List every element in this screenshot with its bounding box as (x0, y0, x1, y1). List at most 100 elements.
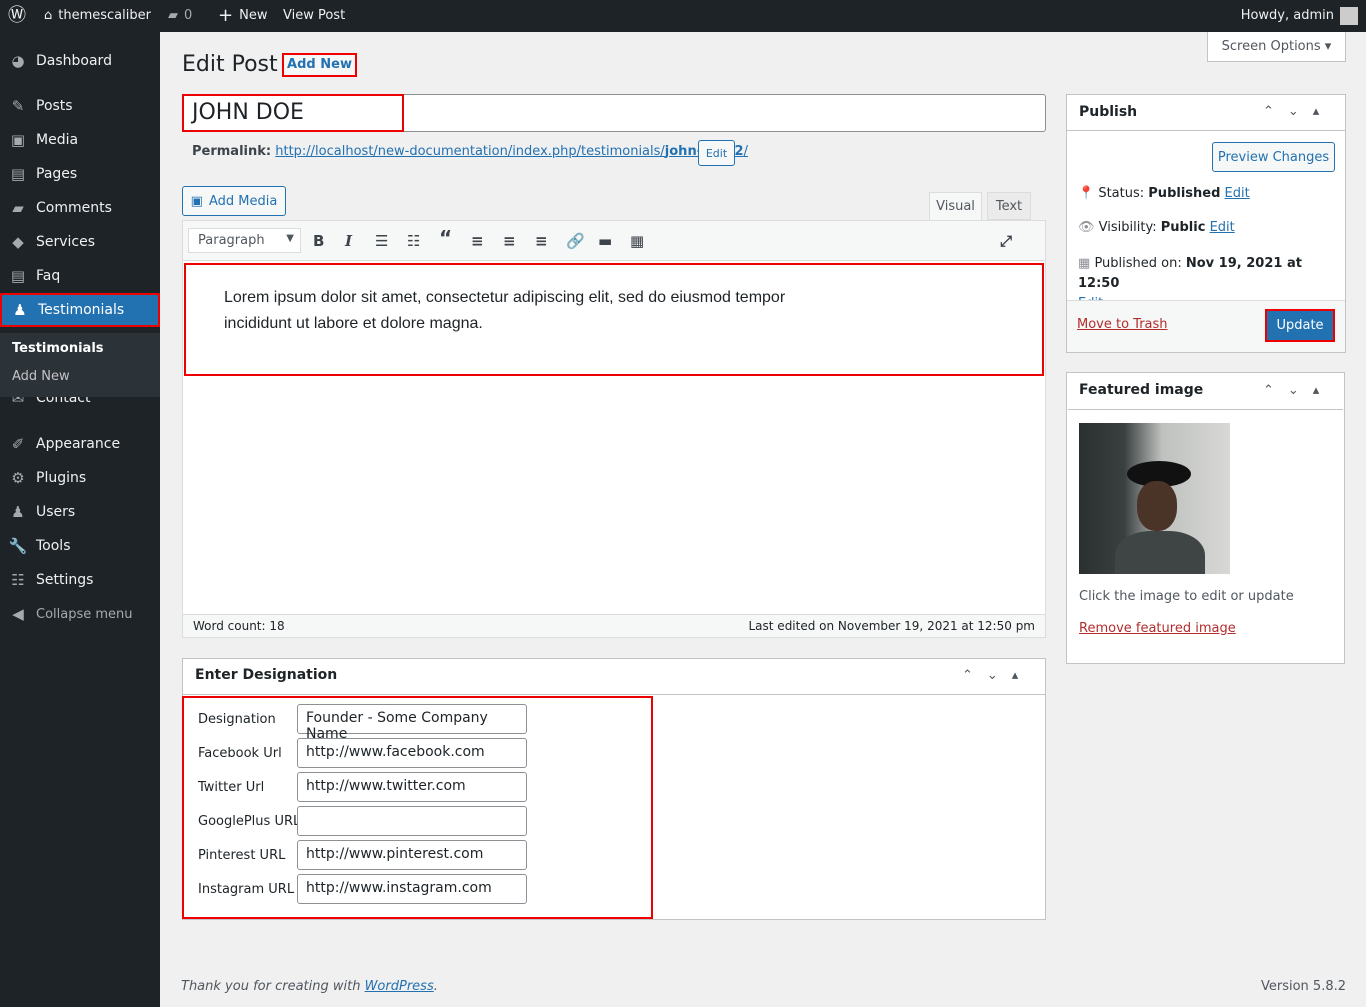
dashboard-icon: ◕ (11, 52, 25, 70)
bold-icon[interactable]: B (313, 232, 324, 250)
tab-visual[interactable]: Visual (929, 192, 982, 221)
account-menu[interactable]: Howdy, admin (1241, 0, 1358, 32)
italic-icon[interactable]: I (345, 232, 352, 250)
move-to-trash-link[interactable]: Move to Trash (1077, 317, 1168, 332)
sidebar-item-services[interactable]: ◆ Services (0, 225, 160, 259)
plus-icon: + (218, 5, 234, 26)
tag-icon: ◆ (12, 233, 24, 251)
plugin-icon: ⚙ (11, 469, 25, 487)
title-value: JOHN DOE (182, 94, 404, 132)
screen-options-button[interactable]: Screen Options ▾ (1207, 32, 1346, 62)
box-controls[interactable]: ⌃⌄▴ (962, 668, 1032, 683)
update-button[interactable]: Update (1265, 309, 1335, 342)
footer-thanks: Thank you for creating with WordPress. (181, 979, 438, 994)
face-shape (1137, 481, 1177, 531)
sidebar-item-appearance[interactable]: ✐ Appearance (0, 427, 160, 461)
footer-version: Version 5.8.2 (1260, 979, 1346, 994)
sidebar-item-media[interactable]: ▣ Media (0, 123, 160, 157)
field-label: Pinterest URL (198, 848, 286, 863)
brush-icon: ✐ (11, 435, 25, 453)
permalink-link[interactable]: http://localhost/new-documentation/index… (275, 144, 748, 159)
link-icon[interactable]: 🔗 (566, 232, 585, 250)
submenu-testimonials[interactable]: Testimonials (12, 341, 104, 356)
preview-changes-button[interactable]: Preview Changes (1212, 142, 1335, 172)
wrench-icon: 🔧 (8, 537, 28, 555)
featured-image-hint: Click the image to edit or update (1079, 589, 1294, 604)
wordpress-logo-icon[interactable]: Ⓦ (8, 0, 26, 32)
add-media-button[interactable]: ▣ Add Media (182, 186, 286, 216)
field-label: Instagram URL (198, 882, 295, 897)
remove-featured-image-link[interactable]: Remove featured image (1079, 621, 1236, 636)
sidebar-item-collapse-menu[interactable]: ◀ Collapse menu (0, 597, 160, 631)
align-center-icon[interactable]: ≡ (503, 232, 516, 250)
avatar (1340, 7, 1358, 25)
field-label: Twitter Url (198, 780, 265, 795)
media-icon: ▣ (10, 131, 26, 149)
editor-status-bar: Word count: 18 Last edited on November 1… (183, 614, 1045, 637)
publish-status: 📍 Status: Published Edit (1078, 186, 1250, 201)
designation-title: Enter Designation (183, 659, 1045, 695)
comment-icon: ▰ (168, 8, 178, 23)
sidebar-item-faq[interactable]: ▤ Faq (0, 259, 160, 293)
publish-controls[interactable]: ⌃⌄▴ (1263, 104, 1333, 119)
field-label: GooglePlus URL (198, 814, 301, 829)
user-icon: ♟ (13, 301, 27, 319)
comment-icon: ▰ (12, 199, 24, 217)
blockquote-icon[interactable]: “ (439, 226, 452, 250)
home-icon: ⌂ (44, 8, 53, 23)
read-more-icon[interactable]: ▬ (598, 232, 612, 250)
media-icon: ▣ (190, 193, 203, 209)
new-link[interactable]: + New (218, 0, 267, 32)
body-shape (1115, 531, 1205, 574)
admin-bar: Ⓦ ⌂ themescaliber ▰ 0 + New View Post Howdy… (0, 0, 1366, 32)
sidebar-item-plugins[interactable]: ⚙ Plugins (0, 461, 160, 495)
submenu-add-new[interactable]: Add New (12, 369, 70, 384)
site-link[interactable]: ⌂ themescaliber (44, 0, 151, 32)
sidebar-item-users[interactable]: ♟ Users (0, 495, 160, 529)
align-right-icon[interactable]: ≡ (535, 232, 548, 250)
pin-icon: 📍 (1078, 186, 1095, 201)
users-icon: ♟ (11, 503, 25, 521)
field-input[interactable] (297, 806, 527, 836)
toolbar-toggle-icon[interactable]: ▦ (630, 232, 644, 250)
publish-visibility: 👁 Visibility: Public Edit (1078, 220, 1235, 235)
view-post-link[interactable]: View Post (283, 0, 345, 32)
tab-text[interactable]: Text (987, 192, 1031, 220)
sidebar-item-testimonials[interactable]: ♟ Testimonials (0, 293, 160, 327)
permalink-edit-button[interactable]: Edit (698, 140, 735, 166)
field-input[interactable]: http://www.facebook.com (297, 738, 527, 768)
align-left-icon[interactable]: ≡ (471, 232, 484, 250)
eye-icon: 👁 (1078, 220, 1095, 235)
status-edit-link[interactable]: Edit (1225, 186, 1250, 201)
chevron-down-icon: ▼ (286, 233, 294, 244)
numbered-list-icon[interactable]: ☷ (407, 232, 420, 250)
field-input[interactable]: http://www.instagram.com (297, 874, 527, 904)
field-input[interactable]: http://www.pinterest.com (297, 840, 527, 870)
sidebar-item-settings[interactable]: ☷ Settings (0, 563, 160, 597)
format-select[interactable]: Paragraph ▼ (188, 228, 301, 253)
page-title: Edit Post (182, 52, 278, 77)
pin-icon: ✎ (11, 97, 25, 115)
field-input[interactable]: http://www.twitter.com (297, 772, 527, 802)
featured-controls[interactable]: ⌃⌄▴ (1263, 383, 1333, 398)
sidebar-item-tools[interactable]: 🔧 Tools (0, 529, 160, 563)
featured-image[interactable] (1079, 423, 1230, 574)
sidebar-item-dashboard[interactable]: ◕ Dashboard (0, 44, 160, 78)
sidebar-item-posts[interactable]: ✎ Posts (0, 89, 160, 123)
bullet-list-icon[interactable]: ☰ (375, 232, 388, 250)
word-count: Word count: 18 (193, 619, 285, 633)
editor-tools (182, 166, 1031, 221)
testimonials-submenu: Testimonials Add New (0, 333, 160, 397)
add-new-button[interactable]: Add New (282, 53, 357, 77)
field-input[interactable]: Founder - Some Company Name (297, 704, 527, 742)
pages-icon: ▤ (10, 165, 26, 183)
wordpress-link[interactable]: WordPress (365, 979, 434, 994)
permalink: Permalink: http://localhost/new-document… (192, 144, 748, 159)
editor-content[interactable]: Lorem ipsum dolor sit amet, consectetur … (184, 263, 1044, 376)
fullscreen-icon[interactable]: ⤢ (1000, 232, 1012, 250)
field-label: Facebook Url (198, 746, 282, 761)
comments-link[interactable]: ▰ 0 (168, 0, 192, 32)
visibility-edit-link[interactable]: Edit (1210, 220, 1235, 235)
sidebar-item-comments[interactable]: ▰ Comments (0, 191, 160, 225)
sidebar-item-pages[interactable]: ▤ Pages (0, 157, 160, 191)
